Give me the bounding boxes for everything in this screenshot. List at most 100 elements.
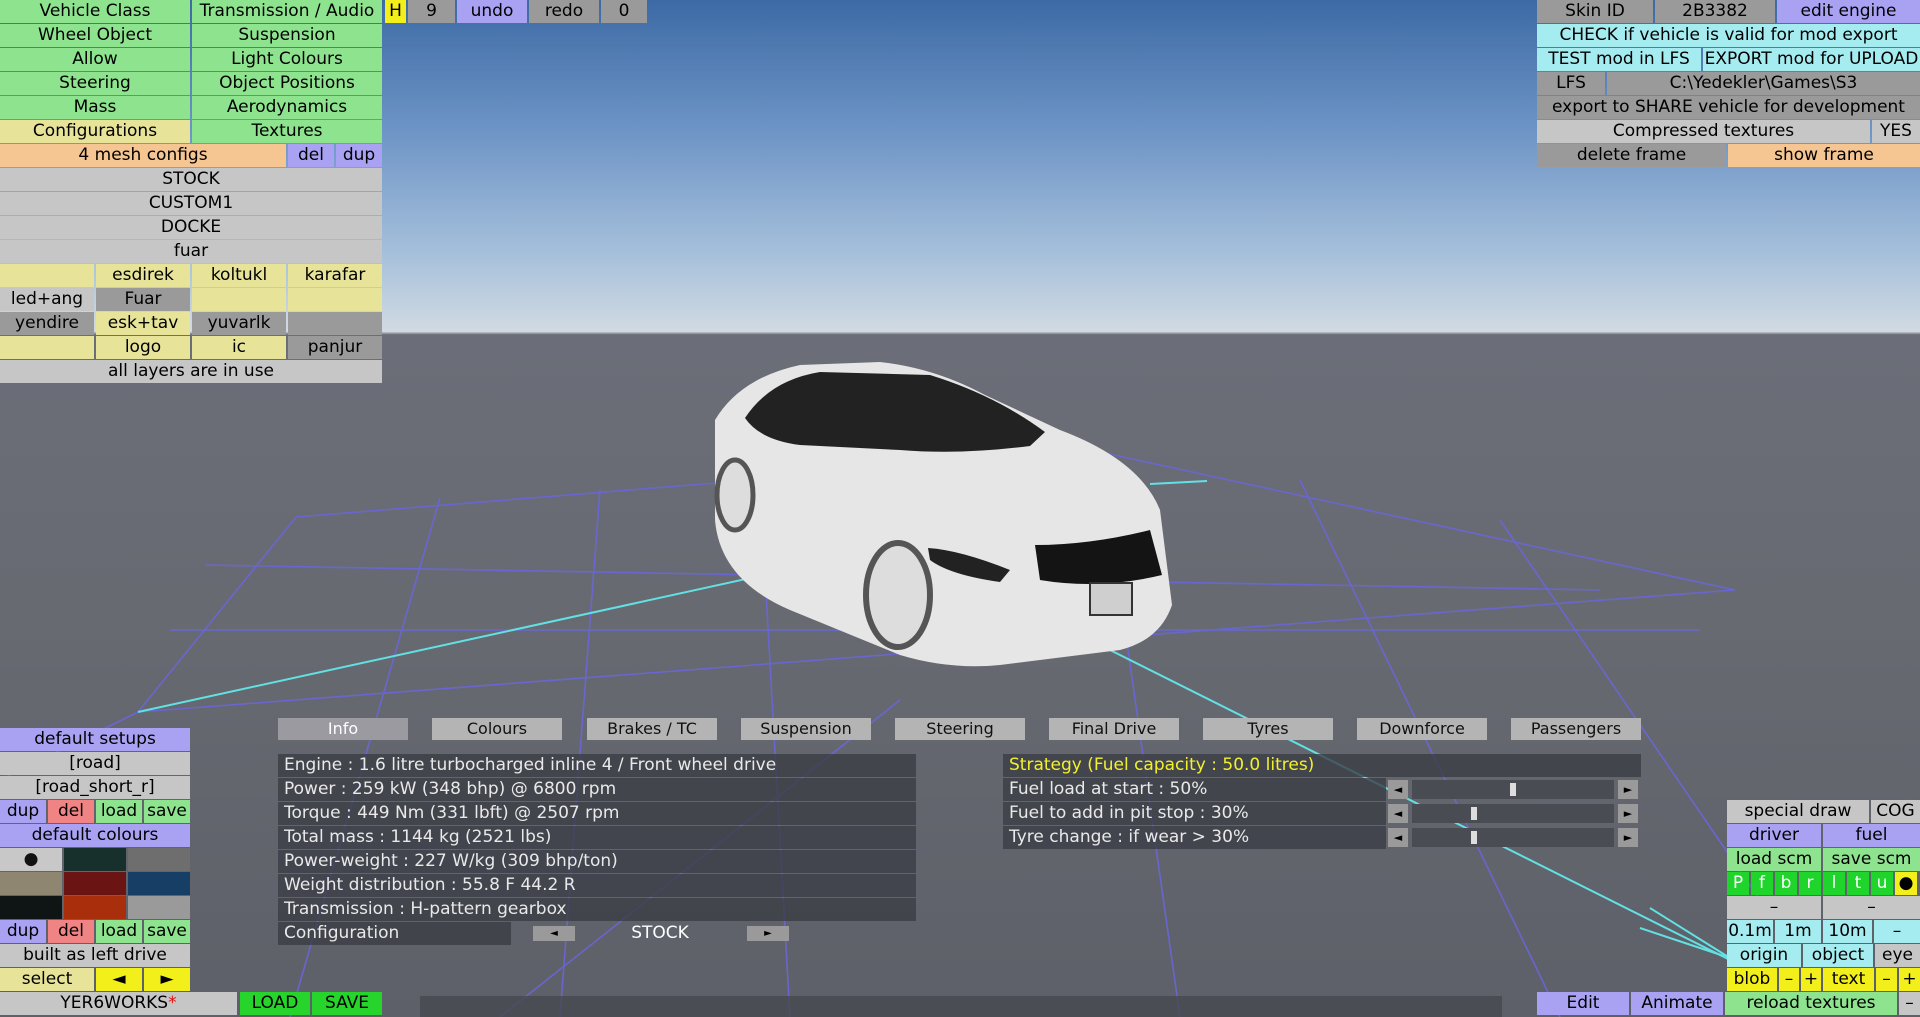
compressed-textures-toggle[interactable]: YES <box>1872 120 1920 143</box>
vehicle-class-button[interactable]: Vehicle Class <box>0 0 190 23</box>
mesh-config-item[interactable]: DOCKE <box>0 216 382 239</box>
mesh-config-dup-button[interactable]: dup <box>336 144 382 167</box>
layer-slot[interactable] <box>0 336 94 359</box>
layer-slot[interactable]: esdirek <box>96 264 190 287</box>
colour-swatch[interactable] <box>128 872 190 895</box>
text-plus-button[interactable]: + <box>1899 968 1920 991</box>
setup-del-button[interactable]: del <box>48 800 94 823</box>
object-positions-button[interactable]: Object Positions <box>192 72 382 95</box>
tyre-change-decrease[interactable]: ◄ <box>1388 828 1408 847</box>
textures-button[interactable]: Textures <box>192 120 382 143</box>
blob-plus-button[interactable]: + <box>1801 968 1821 991</box>
view-toggle-button[interactable]: P <box>1727 872 1749 895</box>
tab-passengers[interactable]: Passengers <box>1511 718 1641 740</box>
fuel-load-decrease[interactable]: ◄ <box>1388 780 1408 799</box>
layer-slot[interactable]: ic <box>192 336 286 359</box>
layer-slot[interactable] <box>192 288 286 311</box>
layer-slot[interactable]: Fuar <box>96 288 190 311</box>
minimise-button[interactable]: – <box>1899 992 1920 1015</box>
export-mod-button[interactable]: EXPORT mod for UPLOAD <box>1703 48 1920 71</box>
fuel-button[interactable]: fuel <box>1823 824 1920 847</box>
view-toggle-button[interactable]: l <box>1823 872 1845 895</box>
tab-downforce[interactable]: Downforce <box>1357 718 1487 740</box>
setup-dup-button[interactable]: dup <box>0 800 46 823</box>
tab-brakes-tc[interactable]: Brakes / TC <box>587 718 717 740</box>
view-toggle-button[interactable]: b <box>1775 872 1797 895</box>
mesh-config-del-button[interactable]: del <box>288 144 334 167</box>
fuel-add-decrease[interactable]: ◄ <box>1388 804 1408 823</box>
blob-button[interactable]: blob <box>1727 968 1777 991</box>
layer-slot[interactable]: yendire <box>0 312 94 335</box>
slider-thumb[interactable] <box>1470 831 1477 844</box>
skin-id-value[interactable]: 2B3382 <box>1655 0 1775 23</box>
fuel-load-increase[interactable]: ► <box>1618 780 1638 799</box>
test-mod-button[interactable]: TEST mod in LFS <box>1537 48 1701 71</box>
layer-slot[interactable]: logo <box>96 336 190 359</box>
layer-slot[interactable]: yuvarlk <box>192 312 286 335</box>
colour-dup-button[interactable]: dup <box>0 920 46 943</box>
slider-thumb[interactable] <box>1470 807 1477 820</box>
grid-01m-button[interactable]: 0.1m <box>1727 920 1773 943</box>
colour-swatch[interactable] <box>0 896 62 919</box>
layer-slot[interactable]: karafar <box>288 264 382 287</box>
grid-10m-button[interactable]: 10m <box>1823 920 1872 943</box>
fuel-add-increase[interactable]: ► <box>1618 804 1638 823</box>
reload-textures-button[interactable]: reload textures <box>1725 992 1897 1015</box>
load-scm-button[interactable]: load scm <box>1727 848 1821 871</box>
edit-engine-button[interactable]: edit engine <box>1777 0 1920 23</box>
save-button[interactable]: SAVE <box>312 992 382 1015</box>
grid-1m-button[interactable]: 1m <box>1775 920 1821 943</box>
colour-save-button[interactable]: save <box>144 920 190 943</box>
view-toggle-button[interactable]: t <box>1847 872 1869 895</box>
origin-button[interactable]: origin <box>1727 944 1801 967</box>
blob-minus-button[interactable]: – <box>1779 968 1799 991</box>
tab-steering[interactable]: Steering <box>895 718 1025 740</box>
slider-thumb[interactable] <box>1510 783 1516 796</box>
view-toggle-button[interactable]: u <box>1871 872 1893 895</box>
fuel-load-slider[interactable] <box>1412 780 1614 799</box>
vehicle-name-field[interactable]: YER6WORKS* <box>0 992 237 1015</box>
delete-frame-button[interactable]: delete frame <box>1537 144 1726 167</box>
edit-button[interactable]: Edit <box>1537 992 1629 1015</box>
load-button[interactable]: LOAD <box>240 992 310 1015</box>
layer-slot[interactable] <box>0 264 94 287</box>
configuration-next-button[interactable]: ► <box>747 926 789 941</box>
fuel-add-slider[interactable] <box>1412 804 1614 823</box>
transmission-audio-button[interactable]: Transmission / Audio <box>192 0 382 23</box>
dash-button[interactable]: – <box>1823 896 1920 919</box>
tab-tyres[interactable]: Tyres <box>1203 718 1333 740</box>
undo-button[interactable]: undo <box>457 0 527 23</box>
colour-swatch[interactable] <box>0 872 62 895</box>
configurations-button[interactable]: Configurations <box>0 120 190 143</box>
colour-swatch[interactable] <box>64 896 126 919</box>
dash-button[interactable]: – <box>1727 896 1821 919</box>
colour-swatch[interactable] <box>128 896 190 919</box>
allow-button[interactable]: Allow <box>0 48 190 71</box>
save-scm-button[interactable]: save scm <box>1823 848 1920 871</box>
show-frame-button[interactable]: show frame <box>1728 144 1920 167</box>
tab-info[interactable]: Info <box>278 718 408 740</box>
view-toggle-button[interactable]: f <box>1751 872 1773 895</box>
view-toggle-button[interactable]: r <box>1799 872 1821 895</box>
left-drive-toggle[interactable]: built as left drive <box>0 944 190 967</box>
layer-slot[interactable] <box>288 288 382 311</box>
view-toggle-button[interactable]: ● <box>1895 872 1917 895</box>
tab-suspension[interactable]: Suspension <box>741 718 871 740</box>
setup-item[interactable]: [road] <box>0 752 190 775</box>
colour-swatch[interactable] <box>64 872 126 895</box>
object-button[interactable]: object <box>1803 944 1873 967</box>
cog-button[interactable]: COG <box>1871 800 1920 823</box>
tyre-change-slider[interactable] <box>1412 828 1614 847</box>
share-export-button[interactable]: export to SHARE vehicle for development <box>1537 96 1920 119</box>
layer-slot[interactable] <box>288 312 382 335</box>
colour-del-button[interactable]: del <box>48 920 94 943</box>
setup-item[interactable]: [road_short_r] <box>0 776 190 799</box>
eye-button[interactable]: eye <box>1875 944 1920 967</box>
layer-slot[interactable]: koltukl <box>192 264 286 287</box>
mesh-config-item[interactable]: CUSTOM1 <box>0 192 382 215</box>
h-button[interactable]: H <box>385 0 406 23</box>
default-setups-button[interactable]: default setups <box>0 728 190 751</box>
select-prev-button[interactable]: ◄ <box>96 968 142 991</box>
tyre-change-increase[interactable]: ► <box>1618 828 1638 847</box>
layer-slot[interactable]: panjur <box>288 336 382 359</box>
